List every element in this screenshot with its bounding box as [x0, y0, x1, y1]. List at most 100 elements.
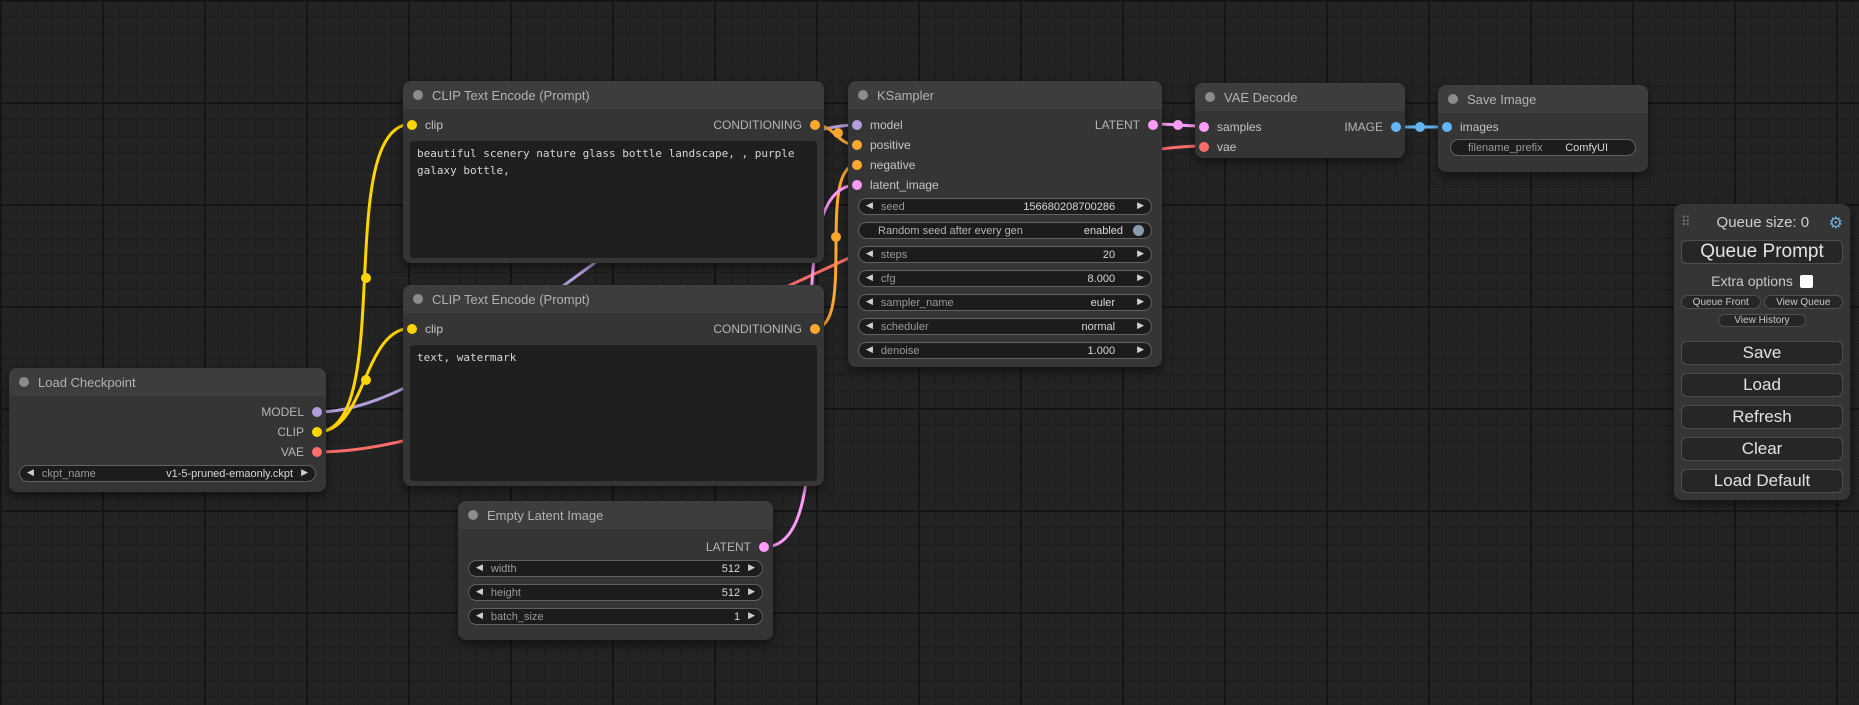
latent-image-input-port[interactable]: [852, 180, 862, 190]
negative-input-port[interactable]: [852, 160, 862, 170]
queue-size-label: Queue size: 0: [1697, 214, 1829, 231]
decrement-arrow-icon[interactable]: ◀: [866, 298, 873, 307]
model-output-port[interactable]: [312, 407, 322, 417]
increment-arrow-icon[interactable]: ▶: [1137, 322, 1144, 331]
scheduler-widget[interactable]: ◀ scheduler normal ▶: [858, 318, 1152, 335]
input-label-images: images: [1460, 120, 1499, 134]
extra-options-checkbox[interactable]: [1800, 275, 1813, 288]
save-button[interactable]: Save: [1681, 341, 1843, 365]
model-input-port[interactable]: [852, 120, 862, 130]
wire-midpoint-dot-negative-conditioning: [831, 232, 841, 242]
node-collapse-dot[interactable]: [468, 510, 478, 520]
input-label-model: model: [870, 118, 903, 132]
output-label-conditioning: CONDITIONING: [713, 118, 802, 132]
node-collapse-dot[interactable]: [413, 294, 423, 304]
node-title: Load Checkpoint: [38, 375, 136, 390]
wire-midpoint-dot-image-to-save: [1415, 122, 1425, 132]
node-clip-text-encode-negative[interactable]: CLIP Text Encode (Prompt) clip CONDITION…: [403, 285, 824, 486]
node-ksampler[interactable]: KSampler model LATENT positive negative …: [848, 81, 1162, 367]
node-vae-decode[interactable]: VAE Decode samples IMAGE vae: [1195, 83, 1405, 158]
increment-arrow-icon[interactable]: ▶: [1137, 298, 1144, 307]
queue-prompt-button[interactable]: Queue Prompt: [1681, 240, 1843, 264]
decrement-arrow-icon[interactable]: ◀: [476, 612, 483, 621]
ckpt-name-widget[interactable]: ◀ ckpt_name v1-5-pruned-emaonly.ckpt ▶: [19, 465, 316, 482]
node-title: CLIP Text Encode (Prompt): [432, 88, 590, 103]
load-default-button[interactable]: Load Default: [1681, 469, 1843, 493]
output-label-latent: LATENT: [1095, 118, 1140, 132]
clip-output-port[interactable]: [312, 427, 322, 437]
decrement-arrow-icon[interactable]: ◀: [866, 274, 873, 283]
decrement-arrow-icon[interactable]: ◀: [476, 588, 483, 597]
toggle-dot-icon[interactable]: [1133, 225, 1144, 236]
prompt-text-input[interactable]: beautiful scenery nature glass bottle la…: [410, 141, 817, 258]
clear-button[interactable]: Clear: [1681, 437, 1843, 461]
latent-output-port[interactable]: [759, 542, 769, 552]
input-label-vae: vae: [1217, 140, 1236, 154]
load-button[interactable]: Load: [1681, 373, 1843, 397]
denoise-widget[interactable]: ◀ denoise 1.000 ▶: [858, 342, 1152, 359]
input-label-samples: samples: [1217, 120, 1262, 134]
conditioning-output-port[interactable]: [810, 324, 820, 334]
refresh-button[interactable]: Refresh: [1681, 405, 1843, 429]
input-label-clip: clip: [425, 118, 443, 132]
conditioning-output-port[interactable]: [810, 120, 820, 130]
node-save-image[interactable]: Save Image images filename_prefix ComfyU…: [1438, 85, 1648, 172]
widget-value: v1-5-pruned-emaonly.ckpt: [166, 468, 293, 480]
drag-handle-icon[interactable]: ⠿: [1681, 214, 1697, 230]
cfg-widget[interactable]: ◀ cfg 8.000 ▶: [858, 270, 1152, 287]
node-empty-latent-image[interactable]: Empty Latent Image LATENT ◀ width 512 ▶ …: [458, 501, 773, 640]
queue-panel: ⠿ Queue size: 0 ⚙ Queue Prompt Extra opt…: [1674, 204, 1850, 500]
decrement-arrow-icon[interactable]: ◀: [866, 202, 873, 211]
vae-input-port[interactable]: [1199, 142, 1209, 152]
seed-widget[interactable]: ◀ seed 156680208700286 ▶: [858, 198, 1152, 215]
increment-arrow-icon[interactable]: ▶: [748, 588, 755, 597]
height-widget[interactable]: ◀ height 512 ▶: [468, 584, 763, 601]
samples-input-port[interactable]: [1199, 122, 1209, 132]
increment-arrow-icon[interactable]: ▶: [748, 612, 755, 621]
image-output-port[interactable]: [1391, 122, 1401, 132]
prompt-text-input[interactable]: text, watermark: [410, 345, 817, 481]
increment-arrow-icon[interactable]: ▶: [301, 469, 308, 478]
input-label-clip: clip: [425, 322, 443, 336]
clip-input-port[interactable]: [407, 324, 417, 334]
vae-output-port[interactable]: [312, 447, 322, 457]
extra-options-label: Extra options: [1711, 273, 1793, 289]
output-label-image: IMAGE: [1344, 120, 1383, 134]
clip-input-port[interactable]: [407, 120, 417, 130]
increment-arrow-icon[interactable]: ▶: [1137, 274, 1144, 283]
batch-size-widget[interactable]: ◀ batch_size 1 ▶: [468, 608, 763, 625]
node-clip-text-encode-positive[interactable]: CLIP Text Encode (Prompt) clip CONDITION…: [403, 81, 824, 263]
decrement-arrow-icon[interactable]: ◀: [866, 322, 873, 331]
wire-midpoint-dot-positive-conditioning: [833, 128, 843, 138]
decrement-arrow-icon[interactable]: ◀: [27, 469, 34, 478]
increment-arrow-icon[interactable]: ▶: [1137, 346, 1144, 355]
increment-arrow-icon[interactable]: ▶: [748, 564, 755, 573]
output-label-conditioning: CONDITIONING: [713, 322, 802, 336]
node-collapse-dot[interactable]: [1448, 94, 1458, 104]
view-history-button[interactable]: View History: [1718, 314, 1806, 327]
node-collapse-dot[interactable]: [858, 90, 868, 100]
queue-front-button[interactable]: Queue Front: [1681, 295, 1761, 309]
positive-input-port[interactable]: [852, 140, 862, 150]
node-collapse-dot[interactable]: [1205, 92, 1215, 102]
width-widget[interactable]: ◀ width 512 ▶: [468, 560, 763, 577]
decrement-arrow-icon[interactable]: ◀: [866, 346, 873, 355]
steps-widget[interactable]: ◀ steps 20 ▶: [858, 246, 1152, 263]
latent-output-port[interactable]: [1148, 120, 1158, 130]
settings-gear-icon[interactable]: ⚙: [1829, 213, 1843, 232]
increment-arrow-icon[interactable]: ▶: [1137, 202, 1144, 211]
node-collapse-dot[interactable]: [19, 377, 29, 387]
images-input-port[interactable]: [1442, 122, 1452, 132]
node-load-checkpoint[interactable]: Load Checkpoint MODEL CLIP VAE ◀ ckpt_na…: [9, 368, 326, 492]
decrement-arrow-icon[interactable]: ◀: [476, 564, 483, 573]
decrement-arrow-icon[interactable]: ◀: [866, 250, 873, 259]
node-collapse-dot[interactable]: [413, 90, 423, 100]
increment-arrow-icon[interactable]: ▶: [1137, 250, 1144, 259]
sampler-name-widget[interactable]: ◀ sampler_name euler ▶: [858, 294, 1152, 311]
view-queue-button[interactable]: View Queue: [1764, 295, 1844, 309]
node-title: Empty Latent Image: [487, 508, 603, 523]
input-label-latent-image: latent_image: [870, 178, 939, 192]
input-label-negative: negative: [870, 158, 915, 172]
filename-prefix-widget[interactable]: filename_prefix ComfyUI: [1450, 139, 1636, 156]
random-seed-toggle-widget[interactable]: Random seed after every gen enabled: [858, 222, 1152, 239]
